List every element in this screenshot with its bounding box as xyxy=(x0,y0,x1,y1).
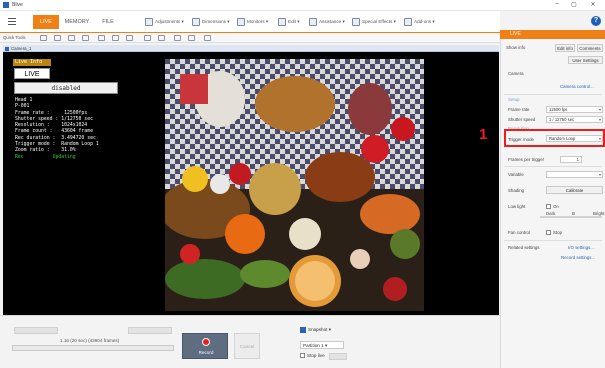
quick-tools-bar: Quick Tools xyxy=(0,33,500,43)
variable-select[interactable] xyxy=(546,171,603,178)
monitors-menu[interactable]: Monitors ▾ xyxy=(237,17,268,27)
adjustments-icon xyxy=(145,17,153,26)
annotation-number: 1 xyxy=(479,126,488,143)
trigger-mode-highlight xyxy=(504,129,605,147)
dimensions-menu[interactable]: Dimensions ▾ xyxy=(192,17,230,27)
divider xyxy=(504,240,602,241)
assistance-icon xyxy=(309,17,317,26)
stop-live-value[interactable] xyxy=(329,353,347,360)
maximize-button[interactable]: ▢ xyxy=(568,1,580,8)
camera-image xyxy=(165,59,424,311)
related-settings-label: Related settings xyxy=(508,245,540,250)
rec-status-line: Rec Updating xyxy=(15,154,76,160)
window-title: Blive xyxy=(12,2,23,8)
title-bar: Blive – ▢ ✕ xyxy=(0,0,605,11)
frames-per-trigger-input[interactable]: 1 xyxy=(560,156,582,163)
special-effects-menu[interactable]: Special Effects ▾ xyxy=(352,17,396,27)
live-button[interactable]: LIVE xyxy=(14,68,50,79)
crosshair-icon[interactable] xyxy=(188,35,195,41)
menu-icon[interactable] xyxy=(8,18,16,27)
live-panel-tab[interactable]: LIVE xyxy=(500,30,605,39)
live-info-label: Live Info xyxy=(13,59,51,66)
grid-icon[interactable] xyxy=(126,35,133,41)
stop-live-checkbox[interactable]: Stop live xyxy=(300,353,325,361)
frames-per-trigger-label: Frames per trigger xyxy=(508,157,545,162)
app-window: Blive – ▢ ✕ LIVE MEMORY FILE Adjustments… xyxy=(0,0,605,368)
edit-info-button[interactable]: Edit info xyxy=(555,44,575,52)
io-settings-link[interactable]: I/O settings... xyxy=(568,245,594,250)
shutter-speed-select[interactable]: 1 / 12750 sec xyxy=(546,116,603,123)
roi-icon[interactable] xyxy=(204,35,211,41)
partition-select[interactable]: Partition 1 ▾ xyxy=(300,341,344,349)
camera-control-link[interactable]: Camera control... xyxy=(560,84,594,89)
minimize-button[interactable]: – xyxy=(551,1,563,7)
fit-icon[interactable] xyxy=(98,35,105,41)
low-light-slider[interactable] xyxy=(540,216,602,218)
next-button[interactable] xyxy=(128,327,172,334)
divider xyxy=(504,166,602,167)
setup-section: Setup xyxy=(508,97,520,102)
info-line: Frame count : 43604 frame xyxy=(15,129,93,135)
record-settings-link[interactable]: Record settings... xyxy=(561,255,595,260)
low-light-label: Low light xyxy=(508,204,526,209)
info-line: Frame rate : 12500fps xyxy=(15,110,88,116)
zoom-out-icon[interactable] xyxy=(68,35,75,41)
disabled-button[interactable]: disabled xyxy=(14,82,118,94)
comments-button[interactable]: Comments xyxy=(577,44,603,52)
dimensions-icon xyxy=(192,17,200,26)
edit-icon xyxy=(278,17,286,26)
camera-section[interactable]: Camera xyxy=(508,71,524,76)
camera-info-overlay: Head 1 P-001 Frame rate : 12500fps Shutter … xyxy=(15,98,99,161)
measure-icon[interactable] xyxy=(158,35,165,41)
pan-tool-icon[interactable] xyxy=(82,35,89,41)
help-icon[interactable]: ? xyxy=(591,16,601,26)
frame-rate-label: Frame rate xyxy=(508,107,530,112)
edit-menu[interactable]: Edit ▾ xyxy=(278,17,300,27)
add-ons-icon xyxy=(404,17,412,26)
add-ons-menu[interactable]: Add-ons ▾ xyxy=(404,17,435,27)
shutter-speed-label: Shutter speed xyxy=(508,117,536,122)
ribbon: LIVE MEMORY FILE Adjustments ▾ Dimension… xyxy=(0,11,500,33)
zoom-in-icon[interactable] xyxy=(54,35,61,41)
app-logo-icon xyxy=(3,2,9,8)
fan-stop-checkbox[interactable]: Stop xyxy=(546,230,562,236)
user-settings-button[interactable]: User Settings xyxy=(568,56,603,64)
low-light-on-checkbox[interactable]: On xyxy=(546,204,559,210)
record-button[interactable]: Record xyxy=(182,333,228,359)
cursor-icon[interactable] xyxy=(144,35,151,41)
assistance-menu[interactable]: Assistance ▾ xyxy=(309,17,345,27)
shading-label: Shading xyxy=(508,188,525,193)
special-effects-icon xyxy=(352,17,360,26)
cancel-button[interactable]: Cancel xyxy=(234,333,260,359)
progress-bar[interactable] xyxy=(12,345,174,351)
close-button[interactable]: ✕ xyxy=(587,1,599,8)
tab-live[interactable]: LIVE xyxy=(33,15,59,29)
record-icon xyxy=(202,338,210,346)
divider xyxy=(504,94,602,95)
frame-rate-select[interactable]: 12500 fps xyxy=(546,106,603,113)
variable-label: Variable xyxy=(508,172,524,177)
pin-icon[interactable] xyxy=(174,35,181,41)
actual-size-icon[interactable] xyxy=(112,35,119,41)
snapshot-icon xyxy=(300,327,306,333)
tab-memory[interactable]: MEMORY xyxy=(62,15,92,29)
snapshot-button[interactable]: Snapshot ▾ xyxy=(300,327,331,335)
tab-file[interactable]: FILE xyxy=(98,15,118,29)
camera-title: Camera_1 xyxy=(11,46,32,51)
calibrate-button[interactable]: Calibrate xyxy=(546,186,603,194)
prev-button[interactable] xyxy=(14,327,58,334)
camera-icon xyxy=(5,46,9,51)
camera-header: Camera_1 xyxy=(3,45,499,52)
adjustments-menu[interactable]: Adjustments ▾ xyxy=(145,17,184,27)
progress-text: 1.16 (20 sec) (43604 frames) xyxy=(60,338,120,343)
quick-tools-label: Quick Tools xyxy=(3,35,26,40)
fan-control-label: Fan control xyxy=(508,230,530,235)
show-info-toggle[interactable]: Show info xyxy=(506,45,525,50)
monitors-icon xyxy=(237,17,245,26)
move-tool-icon[interactable] xyxy=(40,35,47,41)
